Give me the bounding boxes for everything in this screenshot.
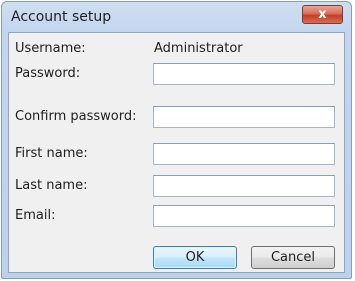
dialog-title: Account setup: [11, 9, 112, 25]
close-button[interactable]: x: [302, 5, 343, 24]
username-value: Administrator: [154, 41, 243, 56]
confirm-password-field[interactable]: [153, 106, 335, 128]
password-label: Password:: [15, 66, 81, 81]
title-bar[interactable]: Account setup x: [2, 2, 351, 32]
first-name-field[interactable]: [153, 143, 335, 165]
cancel-button[interactable]: Cancel: [251, 246, 335, 269]
email-label: Email:: [15, 208, 56, 223]
first-name-label: First name:: [15, 146, 88, 161]
close-icon: x: [318, 7, 327, 22]
last-name-field[interactable]: [153, 175, 335, 197]
password-field[interactable]: [153, 63, 335, 85]
email-field[interactable]: [153, 205, 335, 227]
confirm-password-label: Confirm password:: [15, 109, 137, 124]
dialog-body: Username: Administrator Password: Confir…: [8, 32, 345, 273]
username-label: Username:: [15, 41, 86, 56]
ok-button[interactable]: OK: [153, 246, 237, 269]
last-name-label: Last name:: [15, 178, 88, 193]
account-setup-dialog: Account setup x Username: Administrator …: [1, 1, 352, 279]
